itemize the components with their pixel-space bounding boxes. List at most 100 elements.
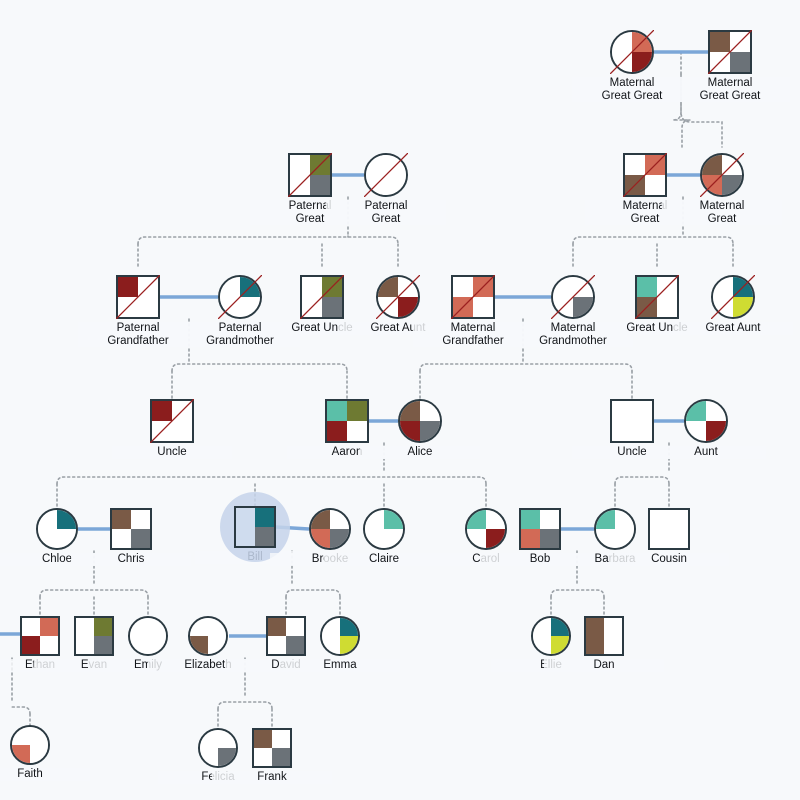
- quadrant-2-mgg_m: [730, 32, 750, 52]
- person-node-pg_m[interactable]: [288, 153, 332, 197]
- quadrant-1-aaron: [327, 401, 347, 421]
- person-node-mgg_m[interactable]: [708, 30, 752, 74]
- quadrant-4-carol: [486, 529, 505, 548]
- person-node-elizabeth[interactable]: [188, 616, 228, 656]
- female-symbol-carol: [465, 508, 507, 550]
- quadrant-2-bill: [255, 508, 274, 527]
- quadrant-3-bill: [236, 527, 255, 546]
- male-symbol-cousin: [648, 508, 690, 550]
- quadrant-1-bill: [236, 508, 255, 527]
- quadrant-4-pgf: [138, 297, 158, 317]
- quadrant-3-emma: [322, 636, 340, 654]
- person-node-uncle2[interactable]: [610, 399, 654, 443]
- quadrant-4-evan: [94, 636, 112, 654]
- person-node-bob[interactable]: [519, 508, 561, 550]
- quadrant-3-ga2: [713, 297, 733, 317]
- quadrant-2-elizabeth: [208, 618, 226, 636]
- female-symbol-emma: [320, 616, 360, 656]
- person-node-gu2[interactable]: [635, 275, 679, 319]
- person-node-frank[interactable]: [252, 728, 292, 768]
- quadrant-1-pgf: [118, 277, 138, 297]
- quadrant-3-brooke: [311, 529, 330, 548]
- quadrant-1-barbara: [596, 510, 615, 529]
- quadrant-4-emily: [148, 636, 166, 654]
- person-node-gu1[interactable]: [300, 275, 344, 319]
- quadrant-2-claire: [384, 510, 403, 529]
- person-node-emma[interactable]: [320, 616, 360, 656]
- quadrant-4-dan: [604, 636, 622, 654]
- person-node-barbara[interactable]: [594, 508, 636, 550]
- person-node-aunt[interactable]: [684, 399, 728, 443]
- person-node-dan[interactable]: [584, 616, 624, 656]
- quadrant-3-frank: [254, 748, 272, 766]
- person-node-uncle1[interactable]: [150, 399, 194, 443]
- person-node-faith[interactable]: [10, 725, 50, 765]
- person-label-pg_f: Paternal Great: [326, 200, 446, 225]
- person-node-pgm[interactable]: [218, 275, 262, 319]
- person-node-ga2[interactable]: [711, 275, 755, 319]
- quadrant-3-uncle1: [152, 421, 172, 441]
- person-node-mgg_f[interactable]: [610, 30, 654, 74]
- quadrant-1-pg_f: [366, 155, 386, 175]
- genogram-canvas: Maternal Great Great Maternal Great Great…: [0, 0, 800, 800]
- quadrant-1-mg_m: [625, 155, 645, 175]
- quadrant-4-elizabeth: [208, 636, 226, 654]
- quadrant-4-gu2: [657, 297, 677, 317]
- quadrant-4-pgm: [240, 297, 260, 317]
- female-symbol-pgm: [218, 275, 262, 319]
- male-symbol-evan: [74, 616, 114, 656]
- male-symbol-frank: [252, 728, 292, 768]
- person-node-mg_m[interactable]: [623, 153, 667, 197]
- quadrant-2-cousin: [669, 510, 688, 529]
- quadrant-3-uncle2: [612, 421, 632, 441]
- quadrant-3-felicia: [200, 748, 218, 766]
- quadrant-1-mgg_f: [612, 32, 632, 52]
- person-node-ellie[interactable]: [531, 616, 571, 656]
- quadrant-1-uncle1: [152, 401, 172, 421]
- person-node-mgf[interactable]: [451, 275, 495, 319]
- person-node-aaron[interactable]: [325, 399, 369, 443]
- quadrant-1-faith: [12, 727, 30, 745]
- quadrant-3-gu2: [637, 297, 657, 317]
- person-node-emily[interactable]: [128, 616, 168, 656]
- person-node-bill[interactable]: [220, 492, 290, 562]
- quadrant-1-aunt: [686, 401, 706, 421]
- person-node-carol[interactable]: [465, 508, 507, 550]
- female-symbol-chloe: [36, 508, 78, 550]
- quadrant-1-gu1: [302, 277, 322, 297]
- male-symbol-david: [266, 616, 306, 656]
- male-symbol-uncle1: [150, 399, 194, 443]
- person-node-pg_f[interactable]: [364, 153, 408, 197]
- quadrant-2-pg_m: [310, 155, 330, 175]
- person-node-mg_f[interactable]: [700, 153, 744, 197]
- quadrant-3-ellie: [533, 636, 551, 654]
- person-node-felicia[interactable]: [198, 728, 238, 768]
- person-node-chris[interactable]: [110, 508, 152, 550]
- person-node-cousin[interactable]: [648, 508, 690, 550]
- quadrant-1-chloe: [38, 510, 57, 529]
- quadrant-4-ellie: [551, 636, 569, 654]
- person-node-brooke[interactable]: [309, 508, 351, 550]
- person-node-david[interactable]: [266, 616, 306, 656]
- person-node-mgm[interactable]: [551, 275, 595, 319]
- quadrant-1-alice: [400, 401, 420, 421]
- quadrant-4-uncle1: [172, 421, 192, 441]
- person-node-chloe[interactable]: [36, 508, 78, 550]
- quadrant-3-elizabeth: [190, 636, 208, 654]
- person-node-ga1[interactable]: [376, 275, 420, 319]
- female-symbol-mg_f: [700, 153, 744, 197]
- male-symbol-uncle2: [610, 399, 654, 443]
- quadrant-1-ga2: [713, 277, 733, 297]
- person-node-claire[interactable]: [363, 508, 405, 550]
- quadrant-2-emma: [340, 618, 358, 636]
- quadrant-4-pg_m: [310, 175, 330, 195]
- person-node-pgf[interactable]: [116, 275, 160, 319]
- female-symbol-aunt: [684, 399, 728, 443]
- person-node-alice[interactable]: [398, 399, 442, 443]
- person-node-evan[interactable]: [74, 616, 114, 656]
- quadrant-3-alice: [400, 421, 420, 441]
- person-node-ethan[interactable]: [20, 616, 60, 656]
- quadrant-3-mgm: [553, 297, 573, 317]
- quadrant-1-emma: [322, 618, 340, 636]
- quadrant-2-chloe: [57, 510, 76, 529]
